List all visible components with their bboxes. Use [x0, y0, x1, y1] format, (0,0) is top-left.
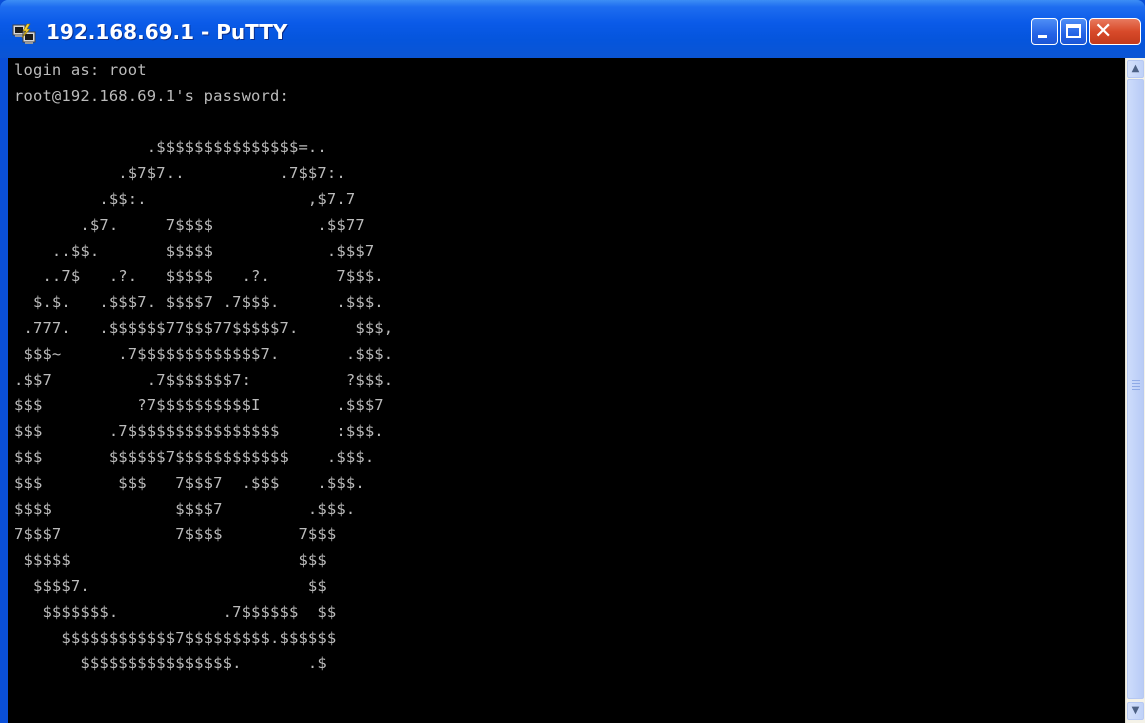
terminal-line: .$$$$$$$$$$$$$$$=..: [14, 138, 327, 157]
terminal-screen[interactable]: login as: root root@192.168.69.1's passw…: [8, 58, 1125, 723]
scroll-up-button[interactable]: ▲: [1127, 60, 1144, 78]
terminal-line: $$$$ $$$$7 .$$$.: [14, 499, 356, 518]
minimize-icon: [1038, 35, 1047, 38]
terminal-line: ..$$. $$$$$ .$$$7: [14, 241, 375, 260]
terminal-line: 7$$$7 7$$$$ 7$$$: [14, 525, 337, 544]
terminal-line: $$$$$$$$$$$$$$$$. .$: [14, 654, 327, 673]
terminal-line: $$$$$$$. .7$$$$$$ $$: [14, 602, 337, 621]
title-bar[interactable]: 192.168.69.1 - PuTTY ✕: [0, 0, 1145, 58]
grip-line: [1132, 383, 1140, 384]
terminal-line: $$$ $$$ 7$$$7 .$$$ .$$$.: [14, 473, 365, 492]
terminal-line: .$7. 7$$$$ .$$77: [14, 215, 365, 234]
putty-window: 192.168.69.1 - PuTTY ✕ login as: root ro…: [0, 0, 1145, 723]
terminal-line: $$$$7. $$: [14, 576, 327, 595]
grip-line: [1132, 380, 1140, 381]
terminal-line: $$$~ .7$$$$$$$$$$$$$7. .$$$.: [14, 344, 394, 363]
scroll-thumb[interactable]: [1127, 79, 1144, 699]
terminal-line: login as: root: [14, 61, 147, 79]
terminal-line: ..7$ .?. $$$$$ .?. 7$$$.: [14, 267, 384, 286]
terminal-line: .777. .$$$$$$77$$$77$$$$$7. $$$,: [14, 318, 394, 337]
terminal-line: $$$ $$$$$$7$$$$$$$$$$$$ .$$$.: [14, 447, 375, 466]
minimize-button[interactable]: [1031, 18, 1058, 45]
putty-computer-icon: [12, 23, 36, 44]
terminal-line: .$$7 .7$$$$$$$7: ?$$$.: [14, 370, 394, 389]
terminal-line: .$7$7.. .7$$7:.: [14, 164, 346, 183]
close-button[interactable]: ✕: [1089, 18, 1141, 45]
vertical-scrollbar[interactable]: ▲ ▼: [1125, 58, 1145, 723]
grip-line: [1132, 389, 1140, 390]
terminal-line: $$$$$ $$$: [14, 551, 327, 570]
grip-line: [1132, 386, 1140, 387]
terminal-output: login as: root root@192.168.69.1's passw…: [8, 58, 1125, 677]
terminal-line: $$$ ?7$$$$$$$$$$I .$$$7: [14, 396, 384, 415]
terminal-line: root@192.168.69.1's password:: [14, 86, 289, 105]
maximize-button[interactable]: [1060, 18, 1087, 45]
terminal-line: $.$. .$$$7. $$$$7 .7$$$. .$$$.: [14, 293, 384, 312]
chevron-down-icon: ▼: [1131, 705, 1140, 716]
chevron-up-icon: ▲: [1131, 63, 1140, 74]
window-title: 192.168.69.1 - PuTTY: [46, 20, 288, 44]
terminal-line: $$$$$$$$$$$$7$$$$$$$$$.$$$$$$: [14, 628, 337, 647]
terminal-line: .$$:. ,$7.7: [14, 189, 356, 208]
maximize-icon: [1066, 24, 1081, 38]
scroll-down-button[interactable]: ▼: [1127, 702, 1144, 720]
close-icon: ✕: [1094, 19, 1113, 44]
terminal-line: $$$ .7$$$$$$$$$$$$$$$$ :$$$.: [14, 422, 384, 441]
